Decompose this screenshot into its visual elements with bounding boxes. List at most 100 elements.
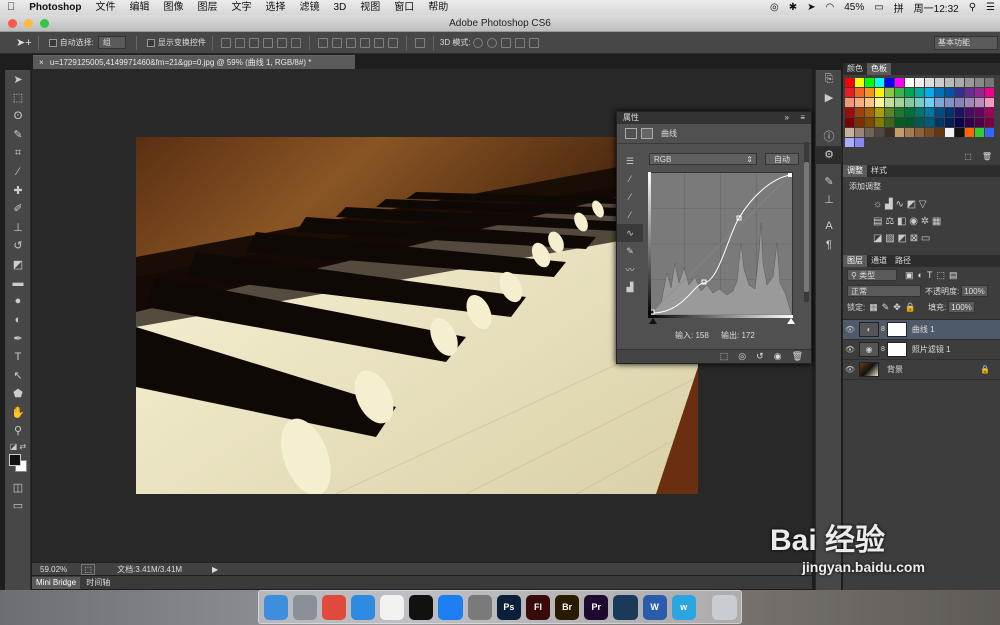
color-swatch[interactable] [844,137,854,147]
black-point-eyedropper-icon[interactable]: ⁄ [617,170,643,188]
clip-to-layer-icon[interactable]: ⬚ [720,351,729,362]
curve-point[interactable] [788,173,792,177]
curves-graph-svg[interactable] [648,172,793,316]
premiere-icon[interactable]: Pr [584,594,609,620]
status-menu-arrow-icon[interactable]: ▶ [212,563,218,576]
wifi-icon[interactable]: ◠ [820,2,839,13]
document-tab[interactable]: × u=1729125005,4149971460&fm=21&gp=0.jpg… [33,55,355,69]
drag-3d-icon[interactable] [500,37,511,48]
white-point-eyedropper-icon[interactable]: ⁄ [617,206,643,224]
color-swatch[interactable] [864,127,874,137]
color-swatch[interactable] [964,77,974,87]
align-left-icon[interactable] [262,37,273,48]
color-swatch[interactable] [944,127,954,137]
color-swatch[interactable] [974,107,984,117]
menu-filter[interactable]: 滤镜 [292,0,326,15]
tab-channels[interactable]: 通道 [867,255,891,267]
channel-mixer-icon[interactable]: ✲ [921,216,929,227]
filter-shape-icon[interactable]: ⬚ [936,270,945,281]
move-tool-icon[interactable]: ➤ [5,70,31,89]
color-swatch[interactable] [944,77,954,87]
preset-icon[interactable]: ☰ [617,152,643,170]
gradient-tool-icon[interactable]: ▬ [5,274,31,293]
finder-icon[interactable] [263,594,288,620]
tab-mini-bridge[interactable]: Mini Bridge [32,577,81,589]
color-swatch[interactable] [934,77,944,87]
show-transform-checkbox[interactable] [146,38,155,47]
type-tool-icon[interactable]: T [5,348,31,367]
launchpad-icon[interactable] [292,594,317,620]
lock-pixels-icon[interactable]: ✎ [882,302,890,313]
tab-swatches[interactable]: 色板 [867,63,891,75]
color-swatch[interactable] [854,127,864,137]
info-panel-icon[interactable]: ⓘ [816,127,842,146]
color-swatch[interactable] [944,97,954,107]
chrome-icon[interactable] [321,594,346,620]
color-swatch[interactable] [864,87,874,97]
clone-source-icon[interactable]: ⊥ [816,191,842,210]
word-icon[interactable]: W [642,594,667,620]
color-swatch[interactable] [964,87,974,97]
distribute-hcenter-icon[interactable] [373,37,384,48]
color-swatch[interactable] [984,127,994,137]
color-swatch[interactable] [874,127,884,137]
minimize-window-button[interactable] [24,19,33,28]
close-window-button[interactable] [8,19,17,28]
pen-tool-icon[interactable]: ✒ [5,329,31,348]
filter-pixel-icon[interactable]: ▣ [905,270,914,281]
gray-point-eyedropper-icon[interactable]: ⁄ [617,188,643,206]
color-swatch[interactable] [854,117,864,127]
color-swatch[interactable] [974,127,984,137]
color-swatch[interactable] [924,87,934,97]
fill-field[interactable]: 100% [948,301,975,313]
properties-panel-icon[interactable]: ⚙ [816,145,842,164]
layer-row[interactable]: 👁 ◐ 8 曲线 1 [843,320,1000,340]
layer-mask-icon[interactable] [641,128,653,139]
color-swatch[interactable] [984,107,994,117]
color-swatch[interactable] [934,107,944,117]
view-previous-icon[interactable]: ◎ [738,351,746,362]
black-white-icon[interactable]: ◧ [897,216,906,227]
roll-3d-icon[interactable] [486,37,497,48]
gradient-map-icon[interactable]: ▭ [921,233,930,244]
close-document-icon[interactable]: × [39,58,44,67]
color-swatch[interactable] [844,127,854,137]
menu-image[interactable]: 图像 [156,0,190,15]
eyedropper-tool-icon[interactable]: ⁄ [5,163,31,182]
layer-mask-thumbnail[interactable] [886,342,907,357]
color-swatch[interactable] [904,77,914,87]
lasso-tool-icon[interactable]: ʘ [5,107,31,126]
color-swatch[interactable] [974,77,984,87]
zoom-window-button[interactable] [40,19,49,28]
menu-view[interactable]: 视图 [353,0,387,15]
color-swatch[interactable] [854,97,864,107]
healing-brush-tool-icon[interactable]: ✚ [5,181,31,200]
color-swatch[interactable] [984,77,994,87]
color-swatch[interactable] [984,97,994,107]
color-swatch[interactable] [904,87,914,97]
color-swatch[interactable] [854,87,864,97]
levels-icon[interactable]: ▟ [885,199,893,210]
blend-mode-dropdown[interactable]: 正常 [847,285,921,297]
swatch-grid[interactable] [844,77,994,147]
panel-menu-icon[interactable]: ≡ [800,112,805,124]
safari-icon[interactable] [350,594,376,620]
color-swatch[interactable] [914,77,924,87]
color-swatch[interactable] [884,117,894,127]
slide-3d-icon[interactable] [514,37,525,48]
color-swatch[interactable] [924,127,934,137]
system-preferences-icon[interactable] [467,594,492,620]
clone-stamp-tool-icon[interactable]: ⊥ [5,218,31,237]
hand-tool-icon[interactable]: ✋ [5,403,31,422]
color-swatch[interactable] [964,117,974,127]
battery-icon[interactable]: ▭ [869,2,888,13]
color-swatch[interactable] [894,127,904,137]
quick-select-tool-icon[interactable]: ✎ [5,126,31,145]
spotlight-icon[interactable]: ⚲ [964,2,981,13]
color-swatch[interactable] [894,87,904,97]
menu-select[interactable]: 选择 [258,0,292,15]
align-hcenter-icon[interactable] [276,37,287,48]
auto-align-icon[interactable] [414,37,425,48]
distribute-left-icon[interactable] [359,37,370,48]
menu-window[interactable]: 窗口 [387,0,421,15]
